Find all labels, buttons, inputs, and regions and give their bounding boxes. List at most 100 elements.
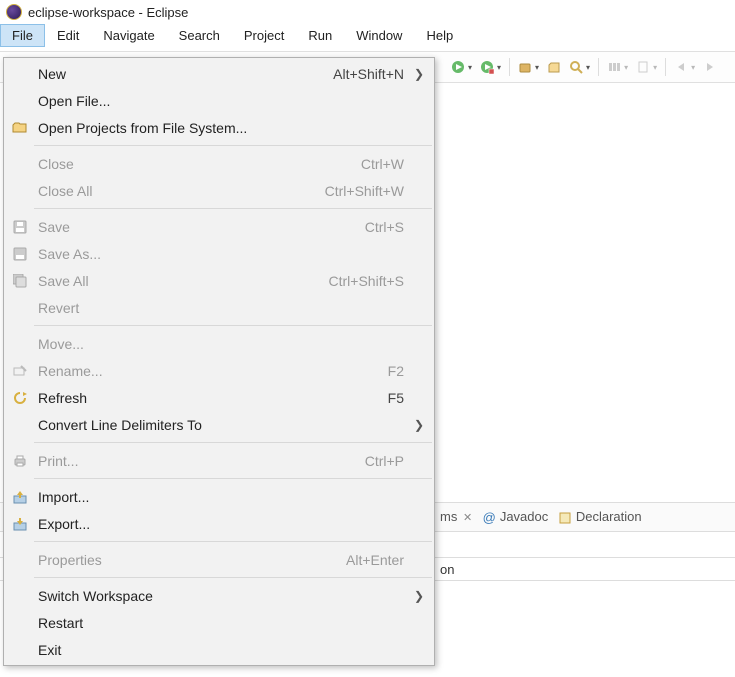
dropdown-arrow-icon[interactable]: ▾ — [586, 63, 590, 72]
menu-separator — [34, 208, 432, 209]
menu-accelerator: Ctrl+Shift+W — [325, 183, 412, 199]
menu-accelerator: Ctrl+S — [365, 219, 412, 235]
declaration-icon — [558, 511, 572, 525]
menu-separator — [34, 478, 432, 479]
menu-export[interactable]: Export... — [4, 510, 434, 537]
dropdown-arrow-icon[interactable]: ▾ — [624, 63, 628, 72]
menu-window[interactable]: Window — [344, 24, 414, 47]
dropdown-arrow-icon[interactable]: ▾ — [691, 63, 695, 72]
menu-separator — [34, 541, 432, 542]
menu-rename[interactable]: Rename... F2 — [4, 357, 434, 384]
toolbar-separator — [665, 58, 666, 76]
print-icon — [8, 454, 32, 468]
menu-save-as[interactable]: Save As... — [4, 240, 434, 267]
menu-exit[interactable]: Exit — [4, 636, 434, 663]
menu-revert[interactable]: Revert — [4, 294, 434, 321]
forward-icon[interactable] — [700, 57, 720, 77]
menu-separator — [34, 325, 432, 326]
tab-problems[interactable]: ms ✕ — [440, 509, 472, 524]
save-all-icon — [8, 274, 32, 288]
menu-label: Import... — [32, 489, 404, 505]
menu-run[interactable]: Run — [296, 24, 344, 47]
menu-close-all[interactable]: Close All Ctrl+Shift+W — [4, 177, 434, 204]
menu-label: Open Projects from File System... — [32, 120, 404, 136]
menu-close[interactable]: Close Ctrl+W — [4, 150, 434, 177]
menu-label: Rename... — [32, 363, 388, 379]
menu-print[interactable]: Print... Ctrl+P — [4, 447, 434, 474]
tab-javadoc[interactable]: @ Javadoc — [482, 509, 548, 525]
title-bar: eclipse-workspace - Eclipse — [0, 0, 735, 22]
tab-label: Javadoc — [500, 509, 548, 524]
menu-label: Open File... — [32, 93, 404, 109]
menu-restart[interactable]: Restart — [4, 609, 434, 636]
menu-open-projects[interactable]: Open Projects from File System... — [4, 114, 434, 141]
run-icon[interactable] — [448, 57, 468, 77]
tab-label: Declaration — [576, 509, 642, 524]
menu-open-file[interactable]: Open File... — [4, 87, 434, 114]
menu-save[interactable]: Save Ctrl+S — [4, 213, 434, 240]
menu-label: Exit — [32, 642, 404, 658]
menu-switch-workspace[interactable]: Switch Workspace ❯ — [4, 582, 434, 609]
menu-save-all[interactable]: Save All Ctrl+Shift+S — [4, 267, 434, 294]
menu-separator — [34, 577, 432, 578]
menu-label: Close All — [32, 183, 325, 199]
column-label-fragment[interactable]: on — [440, 562, 454, 577]
menu-accelerator: F5 — [388, 390, 412, 406]
rename-icon — [8, 364, 32, 378]
menu-label: Save As... — [32, 246, 404, 262]
menu-project[interactable]: Project — [232, 24, 296, 47]
refresh-icon — [8, 391, 32, 405]
save-icon — [8, 220, 32, 234]
menu-bar: File Edit Navigate Search Project Run Wi… — [0, 22, 735, 51]
menu-accelerator: Ctrl+Shift+S — [329, 273, 412, 289]
mark-occurrences-icon[interactable] — [633, 57, 653, 77]
run-last-icon[interactable] — [477, 57, 497, 77]
menu-label: Print... — [32, 453, 365, 469]
menu-label: Properties — [32, 552, 346, 568]
search-icon[interactable] — [566, 57, 586, 77]
javadoc-icon: @ — [482, 511, 496, 525]
open-type-icon[interactable] — [544, 57, 564, 77]
eclipse-logo-icon — [6, 4, 22, 20]
menu-move[interactable]: Move... — [4, 330, 434, 357]
menu-search[interactable]: Search — [167, 24, 232, 47]
menu-help[interactable]: Help — [414, 24, 465, 47]
menu-edit[interactable]: Edit — [45, 24, 91, 47]
close-tab-icon[interactable]: ✕ — [463, 512, 472, 524]
back-icon[interactable] — [671, 57, 691, 77]
dropdown-arrow-icon[interactable]: ▾ — [653, 63, 657, 72]
window-title: eclipse-workspace - Eclipse — [28, 5, 188, 20]
submenu-arrow-icon: ❯ — [412, 67, 424, 81]
toolbar-separator — [509, 58, 510, 76]
menu-label: Save — [32, 219, 365, 235]
menu-label: Restart — [32, 615, 404, 631]
menu-label: Convert Line Delimiters To — [32, 417, 404, 433]
menu-accelerator: Ctrl+P — [365, 453, 412, 469]
toggle-breadcrumb-icon[interactable] — [604, 57, 624, 77]
save-as-icon — [8, 247, 32, 261]
menu-label: Switch Workspace — [32, 588, 404, 604]
menu-convert-line-delimiters[interactable]: Convert Line Delimiters To ❯ — [4, 411, 434, 438]
menu-accelerator: Ctrl+W — [361, 156, 412, 172]
dropdown-arrow-icon[interactable]: ▾ — [535, 63, 539, 72]
import-icon — [8, 490, 32, 504]
menu-separator — [34, 145, 432, 146]
menu-label: Close — [32, 156, 361, 172]
menu-label: Revert — [32, 300, 404, 316]
file-menu-dropdown: New Alt+Shift+N ❯ Open File... Open Proj… — [3, 57, 435, 666]
menu-accelerator: F2 — [388, 363, 412, 379]
menu-new[interactable]: New Alt+Shift+N ❯ — [4, 60, 434, 87]
dropdown-arrow-icon[interactable]: ▾ — [468, 63, 472, 72]
menu-label: Move... — [32, 336, 404, 352]
menu-refresh[interactable]: Refresh F5 — [4, 384, 434, 411]
menu-accelerator: Alt+Shift+N — [333, 66, 412, 82]
menu-import[interactable]: Import... — [4, 483, 434, 510]
menu-properties[interactable]: Properties Alt+Enter — [4, 546, 434, 573]
dropdown-arrow-icon[interactable]: ▾ — [497, 63, 501, 72]
toolbar-separator — [598, 58, 599, 76]
tab-declaration[interactable]: Declaration — [558, 509, 641, 525]
menu-navigate[interactable]: Navigate — [91, 24, 166, 47]
new-package-icon[interactable] — [515, 57, 535, 77]
menu-separator — [34, 442, 432, 443]
menu-file[interactable]: File — [0, 24, 45, 47]
